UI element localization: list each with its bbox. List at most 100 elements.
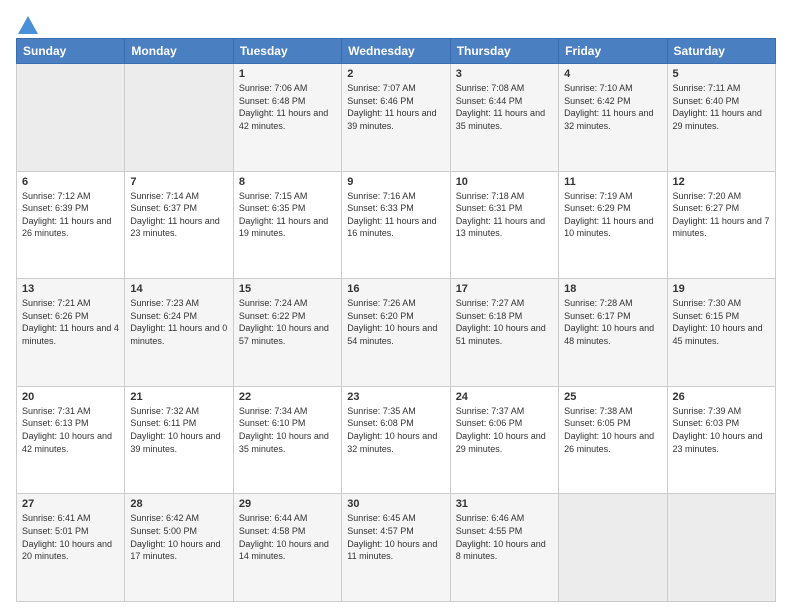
day-info: Sunrise: 7:24 AMSunset: 6:22 PMDaylight:… — [239, 298, 329, 346]
calendar-cell: 31 Sunrise: 6:46 AMSunset: 4:55 PMDaylig… — [450, 494, 558, 602]
weekday-saturday: Saturday — [667, 39, 775, 64]
day-number: 14 — [130, 283, 227, 295]
weekday-tuesday: Tuesday — [233, 39, 341, 64]
day-info: Sunrise: 7:28 AMSunset: 6:17 PMDaylight:… — [564, 298, 654, 346]
day-info: Sunrise: 7:31 AMSunset: 6:13 PMDaylight:… — [22, 406, 112, 454]
calendar-cell: 22 Sunrise: 7:34 AMSunset: 6:10 PMDaylig… — [233, 386, 341, 494]
day-info: Sunrise: 7:21 AMSunset: 6:26 PMDaylight:… — [22, 298, 119, 346]
day-number: 3 — [456, 68, 553, 80]
calendar-cell: 13 Sunrise: 7:21 AMSunset: 6:26 PMDaylig… — [17, 279, 125, 387]
calendar-cell: 30 Sunrise: 6:45 AMSunset: 4:57 PMDaylig… — [342, 494, 450, 602]
logo-text — [16, 16, 38, 34]
day-info: Sunrise: 7:34 AMSunset: 6:10 PMDaylight:… — [239, 406, 329, 454]
day-number: 15 — [239, 283, 336, 295]
calendar-cell: 25 Sunrise: 7:38 AMSunset: 6:05 PMDaylig… — [559, 386, 667, 494]
weekday-header-row: SundayMondayTuesdayWednesdayThursdayFrid… — [17, 39, 776, 64]
day-number: 25 — [564, 391, 661, 403]
calendar-cell: 11 Sunrise: 7:19 AMSunset: 6:29 PMDaylig… — [559, 171, 667, 279]
day-number: 13 — [22, 283, 119, 295]
calendar-cell: 4 Sunrise: 7:10 AMSunset: 6:42 PMDayligh… — [559, 64, 667, 172]
weekday-monday: Monday — [125, 39, 233, 64]
day-info: Sunrise: 7:18 AMSunset: 6:31 PMDaylight:… — [456, 191, 545, 239]
day-info: Sunrise: 7:14 AMSunset: 6:37 PMDaylight:… — [130, 191, 219, 239]
day-info: Sunrise: 7:16 AMSunset: 6:33 PMDaylight:… — [347, 191, 436, 239]
day-number: 19 — [673, 283, 770, 295]
day-number: 5 — [673, 68, 770, 80]
day-info: Sunrise: 7:30 AMSunset: 6:15 PMDaylight:… — [673, 298, 763, 346]
calendar-week-4: 20 Sunrise: 7:31 AMSunset: 6:13 PMDaylig… — [17, 386, 776, 494]
calendar-cell: 8 Sunrise: 7:15 AMSunset: 6:35 PMDayligh… — [233, 171, 341, 279]
calendar-cell: 1 Sunrise: 7:06 AMSunset: 6:48 PMDayligh… — [233, 64, 341, 172]
calendar-cell: 21 Sunrise: 7:32 AMSunset: 6:11 PMDaylig… — [125, 386, 233, 494]
logo-icon — [18, 16, 38, 34]
day-info: Sunrise: 7:19 AMSunset: 6:29 PMDaylight:… — [564, 191, 653, 239]
day-number: 31 — [456, 498, 553, 510]
logo — [16, 16, 38, 30]
calendar-cell: 14 Sunrise: 7:23 AMSunset: 6:24 PMDaylig… — [125, 279, 233, 387]
day-info: Sunrise: 7:39 AMSunset: 6:03 PMDaylight:… — [673, 406, 763, 454]
day-info: Sunrise: 7:06 AMSunset: 6:48 PMDaylight:… — [239, 83, 328, 131]
calendar-cell: 3 Sunrise: 7:08 AMSunset: 6:44 PMDayligh… — [450, 64, 558, 172]
weekday-sunday: Sunday — [17, 39, 125, 64]
header — [16, 16, 776, 30]
day-number: 23 — [347, 391, 444, 403]
day-number: 11 — [564, 176, 661, 188]
calendar-cell: 18 Sunrise: 7:28 AMSunset: 6:17 PMDaylig… — [559, 279, 667, 387]
day-number: 27 — [22, 498, 119, 510]
day-number: 8 — [239, 176, 336, 188]
day-info: Sunrise: 7:35 AMSunset: 6:08 PMDaylight:… — [347, 406, 437, 454]
calendar-cell — [559, 494, 667, 602]
calendar-cell — [125, 64, 233, 172]
day-number: 10 — [456, 176, 553, 188]
day-info: Sunrise: 7:27 AMSunset: 6:18 PMDaylight:… — [456, 298, 546, 346]
day-info: Sunrise: 6:42 AMSunset: 5:00 PMDaylight:… — [130, 513, 220, 561]
day-number: 29 — [239, 498, 336, 510]
calendar-cell: 6 Sunrise: 7:12 AMSunset: 6:39 PMDayligh… — [17, 171, 125, 279]
calendar-cell: 12 Sunrise: 7:20 AMSunset: 6:27 PMDaylig… — [667, 171, 775, 279]
day-number: 16 — [347, 283, 444, 295]
calendar-cell: 10 Sunrise: 7:18 AMSunset: 6:31 PMDaylig… — [450, 171, 558, 279]
day-number: 6 — [22, 176, 119, 188]
day-info: Sunrise: 7:10 AMSunset: 6:42 PMDaylight:… — [564, 83, 653, 131]
calendar-cell: 15 Sunrise: 7:24 AMSunset: 6:22 PMDaylig… — [233, 279, 341, 387]
day-number: 12 — [673, 176, 770, 188]
calendar-week-2: 6 Sunrise: 7:12 AMSunset: 6:39 PMDayligh… — [17, 171, 776, 279]
day-number: 20 — [22, 391, 119, 403]
day-info: Sunrise: 7:07 AMSunset: 6:46 PMDaylight:… — [347, 83, 436, 131]
calendar-cell: 19 Sunrise: 7:30 AMSunset: 6:15 PMDaylig… — [667, 279, 775, 387]
day-info: Sunrise: 7:38 AMSunset: 6:05 PMDaylight:… — [564, 406, 654, 454]
weekday-friday: Friday — [559, 39, 667, 64]
day-info: Sunrise: 7:12 AMSunset: 6:39 PMDaylight:… — [22, 191, 111, 239]
day-info: Sunrise: 7:20 AMSunset: 6:27 PMDaylight:… — [673, 191, 770, 239]
day-info: Sunrise: 7:37 AMSunset: 6:06 PMDaylight:… — [456, 406, 546, 454]
weekday-thursday: Thursday — [450, 39, 558, 64]
day-number: 24 — [456, 391, 553, 403]
calendar-body: 1 Sunrise: 7:06 AMSunset: 6:48 PMDayligh… — [17, 64, 776, 602]
day-number: 17 — [456, 283, 553, 295]
day-number: 30 — [347, 498, 444, 510]
page: SundayMondayTuesdayWednesdayThursdayFrid… — [0, 0, 792, 612]
day-info: Sunrise: 6:44 AMSunset: 4:58 PMDaylight:… — [239, 513, 329, 561]
day-number: 22 — [239, 391, 336, 403]
calendar-cell: 7 Sunrise: 7:14 AMSunset: 6:37 PMDayligh… — [125, 171, 233, 279]
calendar-table: SundayMondayTuesdayWednesdayThursdayFrid… — [16, 38, 776, 602]
day-number: 1 — [239, 68, 336, 80]
calendar-week-3: 13 Sunrise: 7:21 AMSunset: 6:26 PMDaylig… — [17, 279, 776, 387]
calendar-cell: 5 Sunrise: 7:11 AMSunset: 6:40 PMDayligh… — [667, 64, 775, 172]
day-number: 4 — [564, 68, 661, 80]
day-info: Sunrise: 7:32 AMSunset: 6:11 PMDaylight:… — [130, 406, 220, 454]
day-info: Sunrise: 7:15 AMSunset: 6:35 PMDaylight:… — [239, 191, 328, 239]
calendar-cell: 17 Sunrise: 7:27 AMSunset: 6:18 PMDaylig… — [450, 279, 558, 387]
day-number: 2 — [347, 68, 444, 80]
day-info: Sunrise: 6:45 AMSunset: 4:57 PMDaylight:… — [347, 513, 437, 561]
day-number: 18 — [564, 283, 661, 295]
day-info: Sunrise: 7:23 AMSunset: 6:24 PMDaylight:… — [130, 298, 227, 346]
calendar-cell: 20 Sunrise: 7:31 AMSunset: 6:13 PMDaylig… — [17, 386, 125, 494]
calendar-cell: 24 Sunrise: 7:37 AMSunset: 6:06 PMDaylig… — [450, 386, 558, 494]
calendar-week-5: 27 Sunrise: 6:41 AMSunset: 5:01 PMDaylig… — [17, 494, 776, 602]
calendar-cell: 2 Sunrise: 7:07 AMSunset: 6:46 PMDayligh… — [342, 64, 450, 172]
calendar-cell: 27 Sunrise: 6:41 AMSunset: 5:01 PMDaylig… — [17, 494, 125, 602]
day-info: Sunrise: 6:41 AMSunset: 5:01 PMDaylight:… — [22, 513, 112, 561]
calendar-cell: 28 Sunrise: 6:42 AMSunset: 5:00 PMDaylig… — [125, 494, 233, 602]
calendar-cell: 29 Sunrise: 6:44 AMSunset: 4:58 PMDaylig… — [233, 494, 341, 602]
